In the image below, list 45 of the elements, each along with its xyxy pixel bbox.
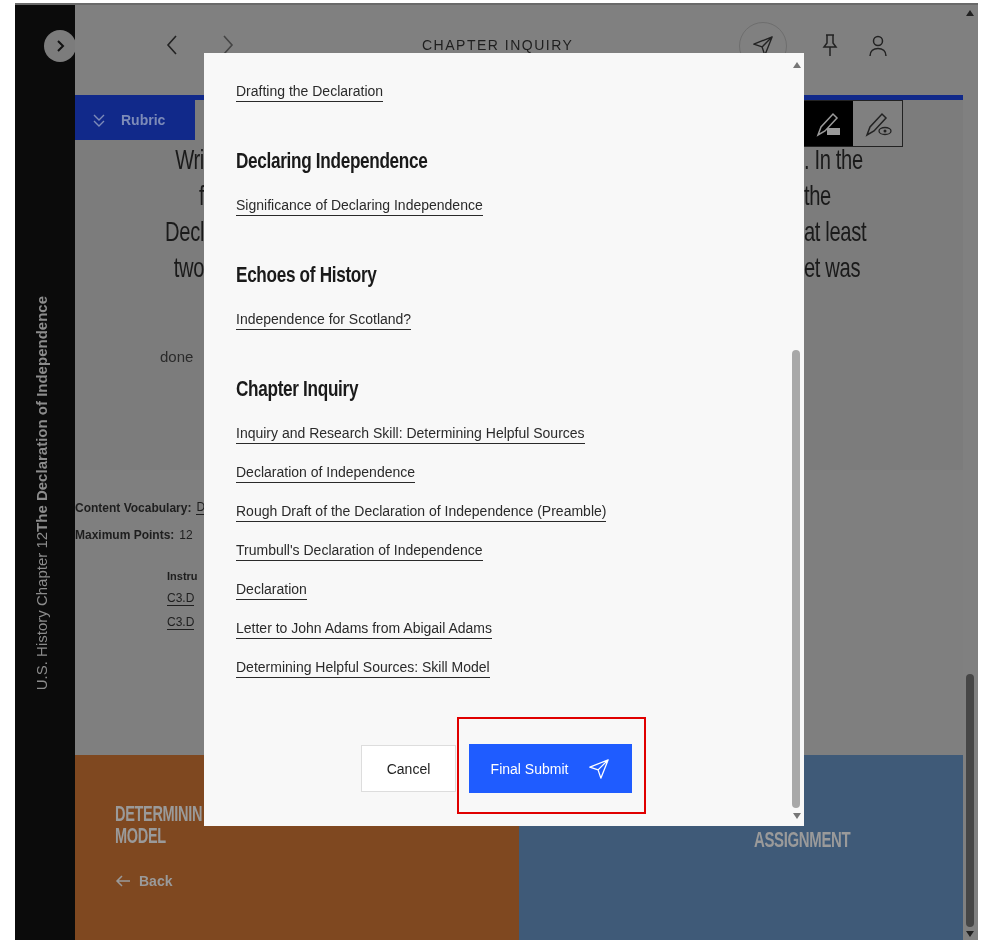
previous-title: DETERMININ MODEL [115,803,203,847]
next-title: ASSIGNMENT [754,827,851,853]
chapter-title: The Declaration of Independence [33,295,50,532]
prompt-text: et was [804,251,861,285]
resource-link[interactable]: Inquiry and Research Skill: Determining Helpful Sources [236,423,585,444]
prompt-text: at least [804,215,867,249]
send-icon [588,757,611,780]
resource-link[interactable]: Drafting the Declaration [236,81,384,102]
scrollbar[interactable] [963,5,978,940]
prompt-text: the [804,179,831,213]
resource-link[interactable]: Letter to John Adams from Abigail Adams [236,618,493,639]
resource-link[interactable]: Rough Draft of the Declaration of Independence (Preamble) [236,501,607,522]
detail-label: Maximum Points: [75,527,175,542]
resource-link[interactable]: Independence for Scotland? [236,309,412,330]
standard-link[interactable]: C3.D [167,591,195,606]
cancel-button[interactable]: Cancel [361,745,456,792]
pin-icon[interactable] [821,33,839,57]
note-text: done [160,348,194,365]
resource-link[interactable]: Declaration of Independence [236,462,416,483]
resource-link[interactable]: Trumbull's Declaration of Independence [236,540,483,561]
prompt-text: two [173,251,204,285]
resource-link[interactable]: Determining Helpful Sources: Skill Model [236,657,490,678]
resource-link[interactable]: Significance of Declaring Independence [236,195,483,216]
book-title: U.S. History Chapter 12 [33,531,50,690]
final-submit-button[interactable]: Final Submit [469,744,632,793]
review-button[interactable] [853,101,902,146]
prompt-text: f [198,179,204,213]
section-heading: Chapter Inquiry [236,376,359,402]
detail-value: 12 [179,527,193,542]
prompt-text: Decl [165,215,204,249]
double-chevron-icon [93,112,105,128]
standard-link[interactable]: C3.D [167,615,195,630]
prompt-text: . In the [804,143,863,177]
arrow-left-icon [115,875,131,887]
user-icon[interactable] [868,35,888,57]
highlighter-button[interactable] [804,101,853,146]
page-title: CHAPTER INQUIRY [422,37,574,53]
section-heading: Echoes of History [236,262,377,288]
section-heading: Declaring Independence [236,148,428,174]
instructions-heading: Instru [167,570,198,582]
detail-label: Content Vocabulary: [75,500,192,515]
expand-button[interactable] [44,30,76,62]
prompt-text: Wri [175,143,204,177]
resource-link[interactable]: Declaration [236,579,307,600]
rubric-tab[interactable]: Rubric [75,100,195,140]
